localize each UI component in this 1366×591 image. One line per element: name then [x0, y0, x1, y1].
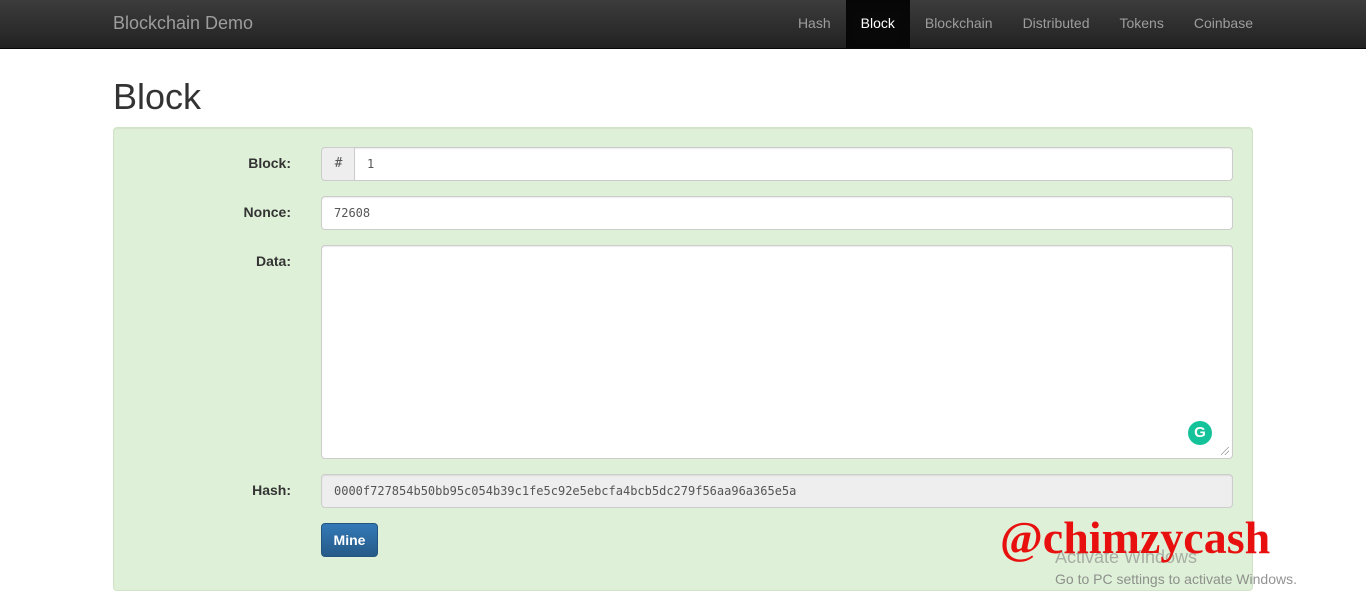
nav-item-tokens[interactable]: Tokens	[1104, 0, 1178, 48]
nav-item-coinbase[interactable]: Coinbase	[1179, 0, 1268, 48]
mine-button[interactable]: Mine	[321, 523, 378, 557]
page-title: Block	[113, 76, 202, 117]
data-label: Data:	[255, 253, 291, 269]
hash-output-field: 0000f727854b50bb95c054b39c1fe5c92e5ebcfa…	[321, 474, 1233, 508]
textarea-resize-handle[interactable]	[1221, 447, 1229, 455]
block-number-input[interactable]: 1	[354, 147, 1233, 181]
hash-prefix-addon: #	[321, 147, 356, 181]
top-navbar: Blockchain Demo Hash Block Blockchain Di…	[0, 0, 1366, 49]
data-textarea[interactable]	[321, 245, 1233, 459]
nav-item-distributed[interactable]: Distributed	[1008, 0, 1105, 48]
activate-windows-subtitle: Go to PC settings to activate Windows.	[1055, 571, 1297, 587]
block-label: Block:	[248, 155, 291, 171]
nav-item-hash[interactable]: Hash	[783, 0, 846, 48]
grammarly-icon[interactable]: G	[1188, 421, 1212, 445]
nonce-label: Nonce:	[243, 204, 291, 220]
hash-label: Hash:	[252, 482, 291, 498]
watermark-handle: @chimzycash	[1000, 512, 1271, 563]
brand-link[interactable]: Blockchain Demo	[113, 0, 253, 48]
nav-menu: Hash Block Blockchain Distributed Tokens…	[783, 0, 1268, 48]
block-number-group: # 1	[321, 147, 1233, 181]
nav-item-blockchain[interactable]: Blockchain	[910, 0, 1008, 48]
nonce-input[interactable]: 72608	[321, 196, 1233, 230]
nav-item-block[interactable]: Block	[845, 0, 910, 48]
